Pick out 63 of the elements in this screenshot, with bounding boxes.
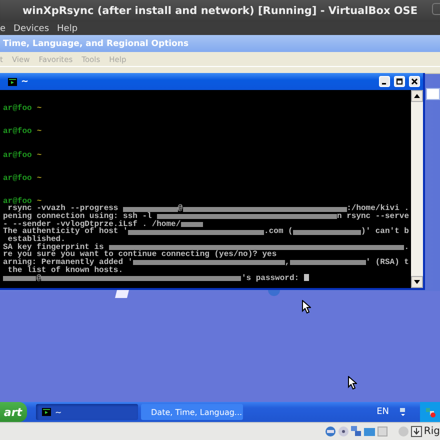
- menu-item[interactable]: Help: [57, 24, 78, 34]
- terminal-text: ' (RSA) t: [366, 259, 409, 267]
- redacted-text: [292, 230, 361, 235]
- terminal-text: @: [36, 274, 42, 282]
- redacted-text: [180, 222, 204, 228]
- terminal-text: SA key fingerprint is: [3, 244, 104, 252]
- text-cursor: [304, 274, 309, 282]
- scroll-up-icon: [414, 94, 420, 98]
- console-icon: [42, 408, 51, 416]
- scroll-down-icon: [414, 280, 420, 284]
- usb-icon: [376, 426, 388, 437]
- prompt-directory: ~: [36, 128, 42, 136]
- terminal-text: ,: [284, 259, 290, 267]
- prompt-user: ar@foo: [3, 152, 32, 160]
- optical-disc-icon: [338, 426, 349, 437]
- close-button[interactable]: [409, 76, 420, 87]
- menu-item[interactable]: e: [0, 24, 6, 34]
- network-error-icon: [424, 406, 436, 418]
- prompt-directory: ~: [36, 198, 42, 206]
- window-title: Time, Language, and Regional Options: [0, 35, 440, 52]
- mouse-pointer-icon: [302, 300, 311, 314]
- window-title: ~: [21, 76, 30, 86]
- scrollbar[interactable]: [411, 90, 423, 288]
- prompt-directory: ~: [36, 152, 42, 160]
- maximize-button[interactable]: [394, 76, 405, 87]
- minimize-button[interactable]: [379, 76, 390, 87]
- terminal-text: The authenticity of host ': [3, 228, 128, 236]
- prompt-user: ar@foo: [3, 128, 32, 136]
- prompt-user: ar@foo: [3, 105, 32, 114]
- terminal-text: established.: [8, 236, 66, 244]
- prompt-user: ar@foo: [3, 174, 32, 182]
- maximize-icon: [396, 78, 403, 85]
- language-indicator[interactable]: EN: [376, 407, 389, 417]
- shared-folder-icon: [364, 426, 375, 437]
- network-icon: [400, 408, 406, 416]
- terminal-text: n rsync --serve: [337, 213, 410, 221]
- prompt-directory: ~: [36, 105, 42, 114]
- network-icon: [350, 426, 362, 437]
- redacted-text: [123, 206, 178, 212]
- host-key-label: Rig: [424, 426, 440, 437]
- terminal-text: :/home/kivi .: [346, 205, 410, 213]
- terminal-text: .: [404, 244, 409, 252]
- terminal-text: arning: Permanently added ': [3, 259, 133, 267]
- prompt-user: ar@foo: [3, 198, 32, 206]
- redacted-text: [3, 276, 36, 281]
- keyboard-capture-icon: [410, 426, 422, 437]
- terminal-text: the list of known hosts.: [8, 266, 124, 274]
- start-button[interactable]: art: [0, 402, 27, 422]
- terminal-text: )' can't b: [360, 228, 409, 236]
- close-icon: [411, 78, 418, 85]
- hard-disk-icon: [324, 426, 336, 437]
- prompt-directory: ~: [36, 174, 42, 182]
- terminal-text: pening connection using: ssh -l: [3, 213, 152, 221]
- taskbar-button[interactable]: ~: [36, 404, 138, 420]
- terminal-text: 's password:: [241, 274, 300, 282]
- terminal-text: rsync -vvazh --progress: [8, 205, 120, 213]
- terminal-text: @: [178, 205, 183, 213]
- window-title: winXpRsync (after install and network) [Running] - VirtualBox OSE: [22, 5, 418, 17]
- menu-item[interactable]: Devices: [14, 24, 50, 34]
- taskbar-button[interactable]: Date, Time, Languag...: [141, 404, 243, 420]
- console-icon: [8, 78, 17, 86]
- terminal-text: .com (: [264, 228, 293, 236]
- mouse-pointer-icon: [348, 376, 357, 390]
